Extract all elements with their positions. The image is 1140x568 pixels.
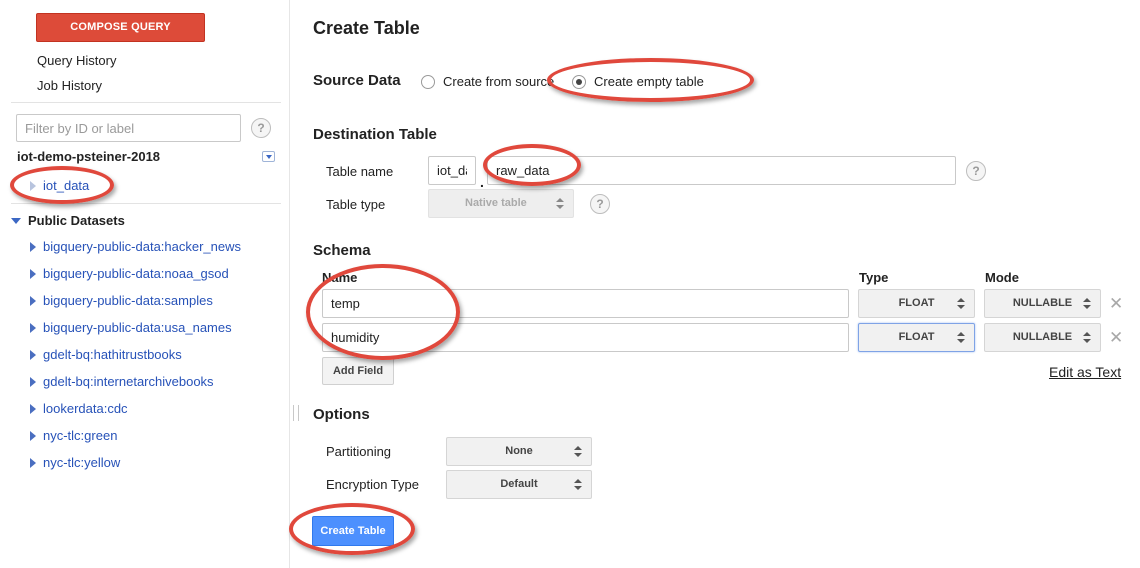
expand-arrow-icon: [30, 404, 36, 414]
radio-label-from-source[interactable]: Create from source: [443, 74, 554, 89]
public-dataset-item[interactable]: bigquery-public-data:noaa_gsod: [30, 266, 229, 281]
public-dataset-item[interactable]: nyc-tlc:yellow: [30, 455, 120, 470]
expand-arrow-icon: [30, 350, 36, 360]
destination-table-label: Destination Table: [313, 126, 437, 143]
public-dataset-item[interactable]: bigquery-public-data:hacker_news: [30, 239, 241, 254]
encryption-type-label: Encryption Type: [326, 477, 419, 492]
select-caret-icon: [574, 446, 582, 458]
dataset-select-input[interactable]: [428, 156, 476, 185]
page-title: Create Table: [313, 18, 420, 38]
create-table-button[interactable]: Create Table: [312, 516, 394, 546]
select-caret-icon: [574, 479, 582, 491]
table-name-input[interactable]: [487, 156, 956, 185]
options-label: Options: [313, 406, 370, 423]
schema-field-mode-select[interactable]: NULLABLE: [984, 289, 1101, 318]
public-dataset-item[interactable]: gdelt-bq:hathitrustbooks: [30, 347, 182, 362]
expand-arrow-icon: [30, 458, 36, 468]
schema-col-mode: Mode: [985, 270, 1019, 285]
expand-arrow-icon: [30, 377, 36, 387]
public-dataset-item[interactable]: bigquery-public-data:samples: [30, 293, 213, 308]
schema-field-mode-select[interactable]: NULLABLE: [984, 323, 1101, 352]
source-data-label: Source Data: [313, 72, 401, 89]
expand-arrow-icon: [30, 181, 36, 191]
edit-as-text-link[interactable]: Edit as Text: [1049, 364, 1121, 380]
remove-field-icon[interactable]: ✕: [1109, 295, 1123, 312]
sidebar-divider: [11, 102, 281, 103]
dataset-table-separator: .: [480, 174, 484, 190]
add-field-button[interactable]: Add Field: [322, 357, 394, 385]
project-name[interactable]: iot-demo-psteiner-2018: [17, 149, 160, 164]
expand-arrow-icon: [30, 269, 36, 279]
expand-arrow-icon: [30, 296, 36, 306]
table-name-help-icon[interactable]: ?: [966, 161, 986, 181]
dataset-item-iot-data[interactable]: iot_data: [30, 178, 89, 193]
public-dataset-item[interactable]: gdelt-bq:internetarchivebooks: [30, 374, 214, 389]
schema-col-name: Name: [322, 270, 358, 285]
schema-label: Schema: [313, 242, 371, 259]
remove-field-icon[interactable]: ✕: [1109, 329, 1123, 346]
schema-field-name-input[interactable]: [322, 323, 849, 352]
schema-col-type: Type: [859, 270, 889, 285]
query-history-link[interactable]: Query History: [37, 53, 116, 68]
expand-arrow-icon: [30, 323, 36, 333]
schema-field-type-select[interactable]: FLOAT: [858, 323, 975, 352]
public-datasets-toggle[interactable]: Public Datasets: [11, 213, 125, 228]
sidebar: COMPOSE QUERY Query History Job History …: [0, 0, 290, 568]
filter-input[interactable]: [16, 114, 241, 142]
select-caret-icon: [957, 332, 965, 344]
expand-arrow-icon: [30, 242, 36, 252]
radio-label-empty-table[interactable]: Create empty table: [594, 74, 704, 89]
project-dropdown-icon[interactable]: [262, 151, 275, 162]
public-dataset-item[interactable]: lookerdata:cdc: [30, 401, 128, 416]
sidebar-divider: [11, 203, 281, 204]
table-type-select[interactable]: Native table: [428, 189, 574, 218]
select-caret-icon: [556, 198, 564, 210]
collapse-arrow-icon: [11, 218, 21, 224]
radio-create-empty-table[interactable]: [572, 75, 586, 89]
partitioning-select[interactable]: None: [446, 437, 592, 466]
public-dataset-item[interactable]: bigquery-public-data:usa_names: [30, 320, 232, 335]
schema-field-type-select[interactable]: FLOAT: [858, 289, 975, 318]
filter-help-icon[interactable]: ?: [251, 118, 271, 138]
expand-arrow-icon: [30, 431, 36, 441]
schema-field-name-input[interactable]: [322, 289, 849, 318]
encryption-type-select[interactable]: Default: [446, 470, 592, 499]
compose-query-button[interactable]: COMPOSE QUERY: [36, 13, 205, 42]
table-type-help-icon[interactable]: ?: [590, 194, 610, 214]
job-history-link[interactable]: Job History: [37, 78, 102, 93]
select-caret-icon: [957, 298, 965, 310]
select-caret-icon: [1083, 332, 1091, 344]
table-name-label: Table name: [326, 164, 394, 179]
table-type-label: Table type: [326, 197, 386, 212]
select-caret-icon: [1083, 298, 1091, 310]
radio-create-from-source[interactable]: [421, 75, 435, 89]
public-dataset-item[interactable]: nyc-tlc:green: [30, 428, 117, 443]
partitioning-label: Partitioning: [326, 444, 392, 459]
panel-resize-handle[interactable]: [293, 405, 299, 421]
